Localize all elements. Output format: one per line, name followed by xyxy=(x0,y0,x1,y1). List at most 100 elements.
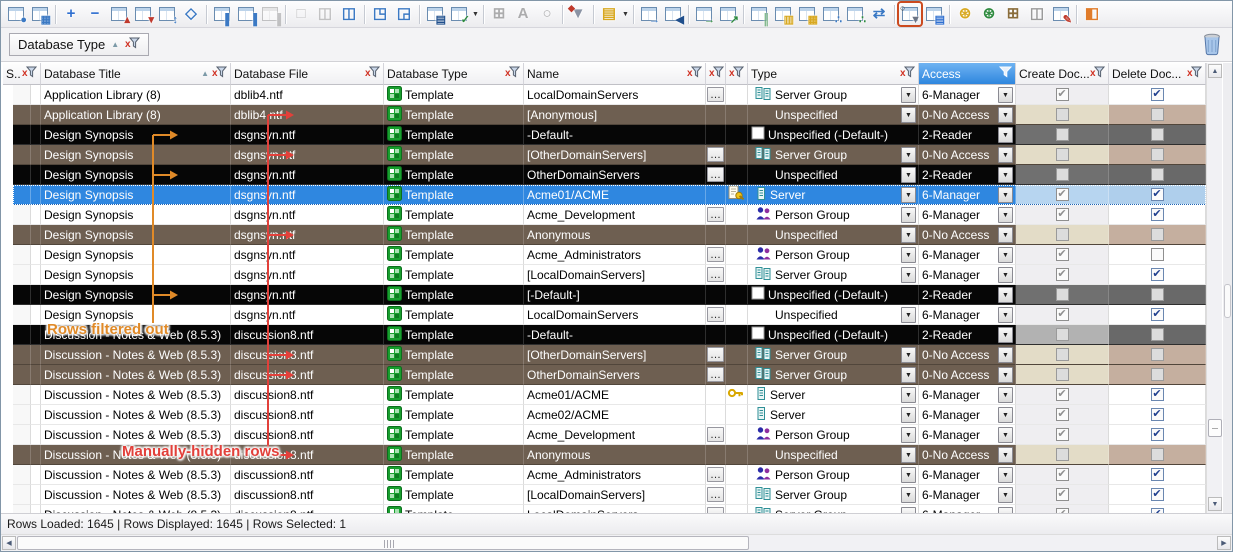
filter-rows-view-icon[interactable]: ▼○ xyxy=(899,3,921,25)
type-dropdown-button[interactable]: ▼ xyxy=(901,147,916,163)
clear-filter-icon[interactable]: x xyxy=(212,66,227,81)
form-scrollbar-thumb[interactable] xyxy=(1224,284,1231,318)
create-doc-checkbox[interactable]: ✔ xyxy=(1056,388,1069,401)
create-doc-checkbox[interactable]: ✔ xyxy=(1056,428,1069,441)
table-row[interactable]: Design Synopsisdsgnsyn.ntfTemplate-Defau… xyxy=(1,125,1206,145)
table-row[interactable]: Design Synopsisdsgnsyn.ntfTemplateAcme01… xyxy=(1,185,1206,205)
export-doc-icon[interactable]: ◳ xyxy=(369,3,391,25)
table-row[interactable]: Design Synopsisdsgnsyn.ntfTemplateAcme_D… xyxy=(1,205,1206,225)
freeze-right-icon[interactable]: ▐ xyxy=(259,3,281,25)
delete-doc-checkbox[interactable]: ✔ xyxy=(1151,408,1164,421)
copy-multi-icon[interactable]: ◫ xyxy=(338,3,360,25)
select-region-icon[interactable]: □ xyxy=(290,3,312,25)
create-doc-checkbox[interactable] xyxy=(1056,128,1069,141)
type-dropdown-button[interactable]: ▼ xyxy=(901,307,916,323)
create-doc-checkbox[interactable] xyxy=(1056,328,1069,341)
type-dropdown-button[interactable]: ▼ xyxy=(901,387,916,403)
create-doc-checkbox[interactable]: ✔ xyxy=(1056,88,1069,101)
type-dropdown-button[interactable]: ▼ xyxy=(901,267,916,283)
access-dropdown-button[interactable]: ▼ xyxy=(998,187,1013,203)
clear-filter-icon[interactable]: x xyxy=(709,66,724,81)
column-header-ell[interactable]: x xyxy=(706,63,726,85)
column-header-title[interactable]: Database Title▲x xyxy=(41,63,231,85)
delete-doc-checkbox[interactable] xyxy=(1151,128,1164,141)
name-picker-button[interactable]: … xyxy=(707,307,724,322)
access-dropdown-button[interactable]: ▼ xyxy=(998,267,1013,283)
delete-doc-checkbox[interactable] xyxy=(1151,448,1164,461)
table-checkboxes-dropdown[interactable]: ▼ xyxy=(471,3,480,25)
name-picker-button[interactable]: … xyxy=(707,427,724,442)
table-row[interactable]: Design Synopsisdsgnsyn.ntfTemplateAnonym… xyxy=(1,225,1206,245)
access-dropdown-button[interactable]: ▼ xyxy=(998,467,1013,483)
delete-doc-checkbox[interactable] xyxy=(1151,148,1164,161)
access-dropdown-button[interactable]: ▼ xyxy=(998,107,1013,123)
access-dropdown-button[interactable]: ▼ xyxy=(998,487,1013,503)
delete-doc-checkbox[interactable] xyxy=(1151,348,1164,361)
access-dropdown-button[interactable]: ▼ xyxy=(998,167,1013,183)
notes-dropdown[interactable]: ▼ xyxy=(621,3,630,25)
settings-apply-icon[interactable]: ⊛ xyxy=(978,3,1000,25)
delete-doc-checkbox[interactable]: ✔ xyxy=(1151,188,1164,201)
access-dropdown-button[interactable]: ▼ xyxy=(998,87,1013,103)
access-dropdown-button[interactable]: ▼ xyxy=(998,427,1013,443)
name-picker-button[interactable]: … xyxy=(707,367,724,382)
table-checkboxes-icon[interactable]: ✓ xyxy=(448,3,470,25)
keyboard-shortcuts-icon[interactable]: ▤ xyxy=(923,3,945,25)
access-dropdown-button[interactable]: ▼ xyxy=(998,367,1013,383)
notes-icon[interactable]: ▤ xyxy=(598,3,620,25)
clear-filter-icon[interactable]: x xyxy=(1090,66,1105,81)
delete-doc-checkbox[interactable]: ✔ xyxy=(1151,88,1164,101)
create-doc-checkbox[interactable] xyxy=(1056,148,1069,161)
access-dropdown-button[interactable]: ▼ xyxy=(998,227,1013,243)
table-row[interactable]: Discussion - Notes & Web (8.5.3)discussi… xyxy=(1,445,1206,465)
create-doc-checkbox[interactable]: ✔ xyxy=(1056,268,1069,281)
type-dropdown-button[interactable]: ▼ xyxy=(901,107,916,123)
table-row[interactable]: Discussion - Notes & Web (8.5.3)discussi… xyxy=(1,425,1206,445)
access-dropdown-button[interactable]: ▼ xyxy=(998,447,1013,463)
filter-icon[interactable] xyxy=(999,66,1012,81)
delete-doc-checkbox[interactable] xyxy=(1151,108,1164,121)
clear-filter-icon[interactable]: x xyxy=(729,66,744,81)
type-dropdown-button[interactable]: ▼ xyxy=(901,207,916,223)
name-picker-button[interactable]: … xyxy=(707,167,724,182)
freeze-left-icon[interactable]: ▌ xyxy=(211,3,233,25)
name-picker-button[interactable]: … xyxy=(707,247,724,262)
column-tools-icon[interactable]: ▥ xyxy=(772,3,794,25)
column-header-type[interactable]: Typex xyxy=(748,63,919,85)
table-row[interactable]: Discussion - Notes & Web (8.5.3)discussi… xyxy=(1,505,1206,513)
name-picker-button[interactable]: … xyxy=(707,467,724,482)
name-picker-button[interactable]: … xyxy=(707,487,724,502)
table-row[interactable]: Design Synopsisdsgnsyn.ntfTemplate[-Defa… xyxy=(1,285,1206,305)
clear-filter-icon[interactable]: x xyxy=(365,66,380,81)
clear-filter-icon[interactable]: x xyxy=(505,66,520,81)
delete-doc-checkbox[interactable] xyxy=(1151,228,1164,241)
scroll-up-button[interactable]: ▲ xyxy=(1208,64,1222,78)
table-row[interactable]: Discussion - Notes & Web (8.5.3)discussi… xyxy=(1,405,1206,425)
delete-doc-checkbox[interactable] xyxy=(1151,368,1164,381)
table-row[interactable]: Discussion - Notes & Web (8.5.3)discussi… xyxy=(1,465,1206,485)
grid-tools-icon[interactable]: ▦ xyxy=(796,3,818,25)
type-dropdown-button[interactable]: ▼ xyxy=(901,367,916,383)
clear-filter-icon[interactable]: x xyxy=(125,37,140,52)
access-dropdown-button[interactable]: ▼ xyxy=(998,407,1013,423)
row-fixed-height-icon[interactable]: ◀ xyxy=(662,3,684,25)
create-doc-checkbox[interactable] xyxy=(1056,228,1069,241)
scroll-right-button[interactable]: ▶ xyxy=(1217,536,1231,550)
clear-filter-icon[interactable]: x xyxy=(900,66,915,81)
clear-filter-icon[interactable]: x xyxy=(22,66,37,81)
access-dropdown-button[interactable]: ▼ xyxy=(998,287,1013,303)
remove-item-icon[interactable]: − xyxy=(84,3,106,25)
trash-icon[interactable] xyxy=(1201,32,1223,57)
delete-doc-checkbox[interactable] xyxy=(1151,328,1164,341)
copy-page-icon[interactable]: ◫ xyxy=(314,3,336,25)
table-row[interactable]: Application Library (8)dblib4.ntfTemplat… xyxy=(1,105,1206,125)
access-dropdown-button[interactable]: ▼ xyxy=(998,207,1013,223)
access-dropdown-button[interactable]: ▼ xyxy=(998,307,1013,323)
table-row[interactable]: Discussion - Notes & Web (8.5.3)discussi… xyxy=(1,385,1206,405)
import-rows-icon[interactable]: → xyxy=(693,3,715,25)
table-row[interactable]: Discussion - Notes & Web (8.5.3)discussi… xyxy=(1,485,1206,505)
refresh-layout-icon[interactable]: ↕ xyxy=(156,3,178,25)
delete-doc-checkbox[interactable]: ✔ xyxy=(1151,208,1164,221)
vertical-scrollbar[interactable]: ▲ ▼ xyxy=(1206,63,1222,513)
type-dropdown-button[interactable]: ▼ xyxy=(901,187,916,203)
